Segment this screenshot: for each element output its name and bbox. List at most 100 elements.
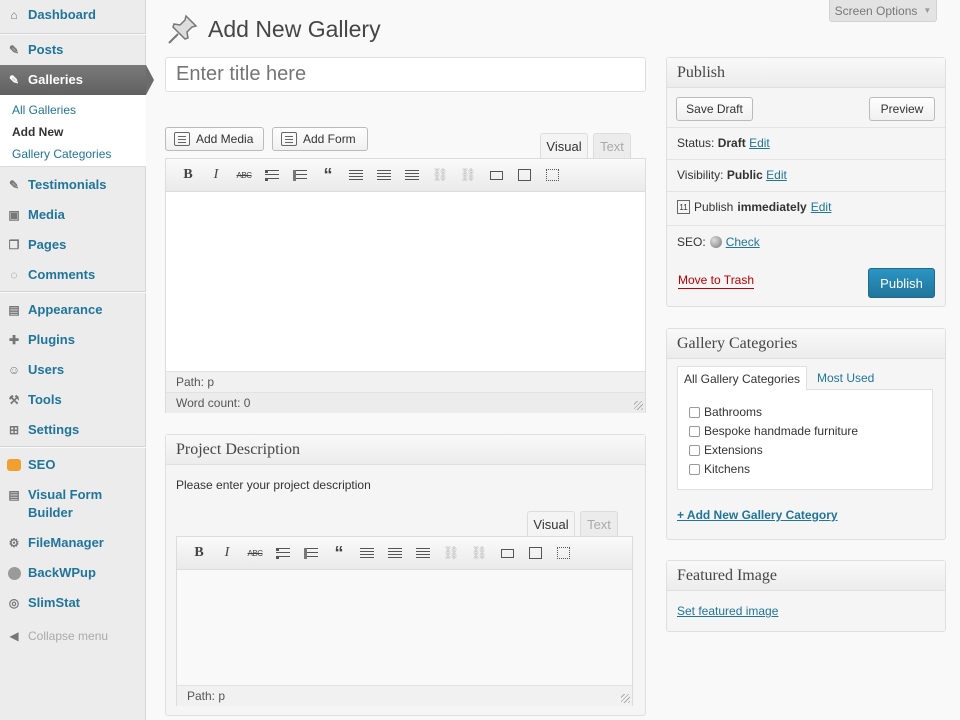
dashboard-icon: ⌂ [10, 8, 18, 22]
blockquote-button[interactable]: “ [330, 543, 348, 563]
numbered-list-button[interactable] [291, 167, 309, 183]
plugins-icon: ✚ [8, 333, 20, 347]
more-tag-button[interactable] [498, 545, 516, 561]
category-item[interactable]: Extensions [689, 443, 763, 457]
sidebar-item-tools[interactable]: ⚒ Tools [0, 391, 146, 409]
category-item[interactable]: Kitchens [689, 462, 750, 476]
sidebar-item-label: FileManager [28, 535, 104, 550]
publish-label: Publish [694, 200, 734, 214]
add-form-button[interactable]: Add Form [272, 127, 368, 151]
visibility-label: Visibility: [677, 168, 724, 182]
submenu-all-galleries[interactable]: All Galleries [12, 103, 76, 117]
publish-box: Publish Save Draft Preview Status: Draft… [666, 57, 946, 307]
sidebar-item-users[interactable]: ☺ Users [0, 361, 146, 379]
pin-icon: ✎ [8, 178, 20, 192]
link-button[interactable]: ⛓ [431, 167, 449, 183]
move-to-trash-link[interactable]: Move to Trash [678, 273, 755, 289]
resize-handle[interactable] [621, 694, 630, 703]
tab-text[interactable]: Text [593, 133, 631, 158]
sidebar-item-posts[interactable]: ✎ Posts [0, 41, 146, 59]
unlink-button[interactable]: ⛓ [459, 167, 477, 183]
status-label: Status: [677, 136, 715, 150]
tab-most-used[interactable]: Most Used [817, 371, 874, 385]
align-right-button[interactable] [414, 545, 432, 561]
sidebar-item-media[interactable]: ▣ Media [0, 206, 146, 224]
page-header: Add New Gallery [166, 12, 381, 46]
align-left-button[interactable] [347, 167, 365, 183]
align-center-button[interactable] [386, 545, 404, 561]
bullet-list-button[interactable] [263, 167, 281, 183]
sidebar-item-testimonials[interactable]: ✎ Testimonials [0, 176, 146, 194]
project-tab-visual[interactable]: Visual [527, 511, 575, 536]
set-featured-image-link[interactable]: Set featured image [677, 604, 778, 618]
checkbox[interactable] [689, 406, 700, 418]
strikethrough-button[interactable]: ABC [246, 545, 264, 561]
add-new-gallery-category-link[interactable]: + Add New Gallery Category [677, 508, 838, 522]
seo-check-link[interactable]: Check [726, 235, 760, 249]
gallery-categories-heading: Gallery Categories [667, 329, 945, 359]
publish-button[interactable]: Publish [868, 268, 935, 298]
edit-visibility-link[interactable]: Edit [766, 168, 787, 182]
sidebar-item-seo[interactable]: SEO [0, 456, 146, 474]
preview-button[interactable]: Preview [869, 97, 935, 121]
fullscreen-button[interactable] [526, 545, 544, 561]
numbered-list-button[interactable] [302, 545, 320, 561]
submenu-gallery-categories[interactable]: Gallery Categories [12, 147, 111, 161]
sidebar-item-dashboard[interactable]: ⌂ Dashboard [0, 6, 146, 24]
editor-content-area[interactable] [166, 192, 645, 371]
kitchen-sink-button[interactable] [554, 545, 572, 561]
checkbox[interactable] [689, 463, 700, 475]
project-editor-content-area[interactable] [177, 570, 632, 685]
sidebar-item-appearance[interactable]: ▤ Appearance [0, 301, 146, 319]
edit-schedule-link[interactable]: Edit [811, 200, 832, 214]
checkbox[interactable] [689, 425, 700, 437]
seo-icon [6, 457, 22, 473]
project-description-prompt: Please enter your project description [176, 478, 371, 492]
category-item[interactable]: Bathrooms [689, 405, 762, 419]
save-draft-button[interactable]: Save Draft [676, 97, 753, 121]
edit-status-link[interactable]: Edit [749, 136, 770, 150]
sidebar-item-plugins[interactable]: ✚ Plugins [0, 331, 146, 349]
submenu-add-new[interactable]: Add New [12, 125, 63, 139]
fullscreen-button[interactable] [515, 167, 533, 183]
italic-button[interactable]: I [218, 545, 236, 561]
gear-icon: ⚙ [8, 536, 20, 550]
media-icon [174, 132, 190, 146]
align-left-button[interactable] [358, 545, 376, 561]
align-right-button[interactable] [403, 167, 421, 183]
more-tag-button[interactable] [487, 167, 505, 183]
sidebar-item-galleries[interactable]: ✎ Galleries [0, 65, 154, 95]
bold-button[interactable]: B [179, 167, 197, 183]
collapse-menu-button[interactable]: ◀ Collapse menu [0, 627, 146, 645]
publish-heading: Publish [667, 58, 945, 88]
category-item[interactable]: Bespoke handmade furniture [689, 424, 858, 438]
sidebar-item-backwpup[interactable]: BackWPup [0, 564, 146, 582]
bold-button[interactable]: B [190, 545, 208, 561]
publish-divider [667, 191, 945, 192]
sidebar-item-pages[interactable]: ❐ Pages [0, 236, 146, 254]
kitchen-sink-button[interactable] [543, 167, 561, 183]
sidebar-item-settings[interactable]: ⊞ Settings [0, 421, 146, 439]
sidebar-item-comments[interactable]: ◌ Comments [0, 266, 146, 284]
sidebar-item-visual-form-builder[interactable]: ▤ Visual Form Builder [0, 486, 146, 522]
strikethrough-button[interactable]: ABC [235, 167, 253, 183]
add-media-button[interactable]: Add Media [165, 127, 264, 151]
resize-handle[interactable] [634, 401, 643, 410]
blockquote-button[interactable]: “ [319, 165, 337, 185]
title-input[interactable] [165, 57, 646, 92]
italic-button[interactable]: I [207, 167, 225, 183]
seo-row: SEO: Check [677, 235, 760, 249]
sidebar-separator [0, 446, 146, 448]
bullet-list-button[interactable] [274, 545, 292, 561]
link-button[interactable]: ⛓ [442, 545, 460, 561]
checkbox[interactable] [689, 444, 700, 456]
screen-options-button[interactable]: Screen Options ▼ [829, 0, 937, 22]
sidebar-item-slimstat[interactable]: ◎ SlimStat [0, 594, 146, 612]
sidebar-item-filemanager[interactable]: ⚙ FileManager [0, 534, 146, 552]
align-center-button[interactable] [375, 167, 393, 183]
unlink-button[interactable]: ⛓ [470, 545, 488, 561]
tab-visual[interactable]: Visual [540, 133, 588, 158]
project-tab-text[interactable]: Text [580, 511, 618, 536]
tab-all-gallery-categories[interactable]: All Gallery Categories [677, 366, 808, 390]
sidebar-item-label: Tools [28, 392, 62, 407]
